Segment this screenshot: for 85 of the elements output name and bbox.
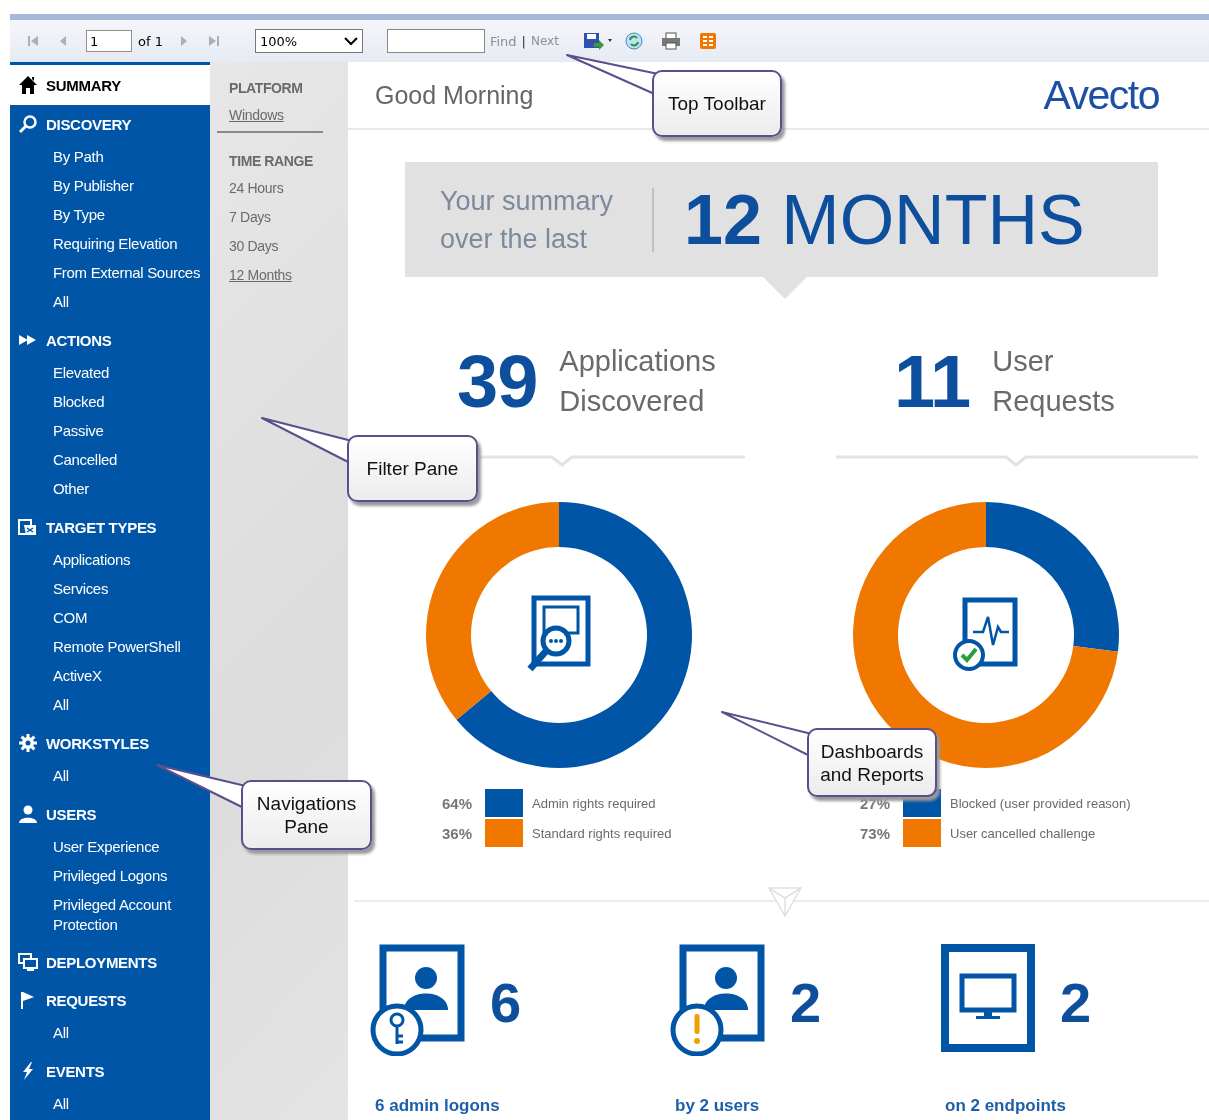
- legend-label: Blocked (user provided reason): [950, 795, 1131, 811]
- nav-section[interactable]: USERS: [10, 795, 210, 833]
- nav-section[interactable]: DISCOVERY: [10, 105, 210, 143]
- nav-item[interactable]: COM: [10, 604, 210, 633]
- stat-count: 39: [457, 338, 538, 424]
- callout: Dashboards and Reports: [807, 728, 937, 797]
- search-icon: [18, 114, 38, 134]
- filter-option[interactable]: Windows: [229, 106, 348, 135]
- legend-label: User cancelled challenge: [950, 825, 1096, 841]
- nav-item[interactable]: Privileged Account Protection: [10, 891, 210, 939]
- legend-percent: 27%: [858, 794, 890, 812]
- filter-heading: PLATFORM: [229, 79, 304, 98]
- refresh-icon[interactable]: [624, 32, 643, 50]
- nav-section[interactable]: DEPLOYMENTS: [10, 943, 210, 981]
- stat-label: Applications Discovered: [559, 344, 717, 419]
- legend-label: Standard rights required: [532, 825, 672, 841]
- callout: Top Toolbar: [652, 70, 782, 137]
- nav-section[interactable]: REQUESTS: [10, 981, 210, 1019]
- page-input[interactable]: 1: [86, 30, 132, 52]
- stat-count: 11: [894, 338, 971, 424]
- nav-item[interactable]: Privileged Logons: [10, 862, 210, 891]
- page-count: of 1: [138, 33, 163, 49]
- nav-item[interactable]: Applications: [10, 546, 210, 575]
- highlight-caption[interactable]: on 2 endpoints: [945, 1096, 1066, 1116]
- last-page-icon[interactable]: [206, 34, 221, 48]
- gear-icon: [18, 733, 38, 753]
- nav-item[interactable]: User Experience: [10, 833, 210, 862]
- legend-label: Admin rights required: [532, 795, 656, 811]
- nav-item[interactable]: Other: [10, 475, 210, 504]
- nav-section[interactable]: ACTIONS: [10, 321, 210, 359]
- find-field[interactable]: [386, 29, 485, 53]
- nav-section[interactable]: TARGET TYPES: [10, 508, 210, 546]
- logo: Avecto: [1043, 71, 1159, 119]
- nav-item[interactable]: From External Sources: [10, 259, 210, 288]
- nav-item[interactable]: All: [10, 691, 210, 720]
- nav-item[interactable]: Remote PowerShell: [10, 633, 210, 662]
- filter-option[interactable]: 30 Days: [229, 237, 348, 266]
- next-page-icon[interactable]: [178, 34, 189, 48]
- nav-item[interactable]: Blocked: [10, 388, 210, 417]
- greeting: Good Morning: [375, 80, 534, 110]
- zoom-dropdown[interactable]: 100%: [254, 29, 363, 53]
- export-icon[interactable]: [698, 32, 717, 50]
- filter-heading: TIME RANGE: [229, 152, 314, 171]
- callout: Navigations Pane: [241, 780, 372, 850]
- house-icon: [18, 75, 38, 95]
- nav-section[interactable]: SUMMARY: [10, 65, 210, 105]
- highlight-count: 2: [1060, 969, 1092, 1035]
- filter-option[interactable]: 12 Months: [229, 266, 348, 295]
- print-icon[interactable]: [660, 32, 681, 50]
- nav-item[interactable]: Cancelled: [10, 446, 210, 475]
- nav-item[interactable]: Passive: [10, 417, 210, 446]
- nav-item[interactable]: Elevated: [10, 359, 210, 388]
- nav-item[interactable]: By Path: [10, 143, 210, 172]
- save-icon[interactable]: [582, 32, 613, 50]
- legend-percent: 73%: [858, 824, 890, 842]
- filter-option[interactable]: 24 Hours: [229, 179, 348, 208]
- banner-period: 12 MONTHS: [684, 179, 1085, 260]
- highlight-caption[interactable]: 6 admin logons: [375, 1096, 500, 1116]
- nav-section[interactable]: WORKSTYLES: [10, 724, 210, 762]
- nav-item[interactable]: All: [10, 288, 210, 317]
- nav-item[interactable]: Requiring Elevation: [10, 230, 210, 259]
- highlight-count: 2: [790, 969, 822, 1035]
- monitor-pulse-check-icon: [953, 597, 1019, 673]
- first-page-icon[interactable]: [26, 34, 40, 48]
- nav-item[interactable]: All: [10, 1019, 210, 1048]
- nav-item[interactable]: Services: [10, 575, 210, 604]
- separator-text: |: [521, 33, 526, 49]
- nav-item[interactable]: ActiveX: [10, 662, 210, 691]
- stat-label: User Requests: [992, 344, 1116, 419]
- person-icon: [18, 804, 38, 824]
- nav-section[interactable]: EVENTS: [10, 1052, 210, 1090]
- legend-percent: 36%: [440, 824, 472, 842]
- nav-item[interactable]: By Publisher: [10, 172, 210, 201]
- legend-percent: 64%: [440, 794, 472, 812]
- callout: Filter Pane: [347, 435, 478, 502]
- target-types-icon: [18, 517, 38, 537]
- highlight-count: 6: [490, 969, 522, 1035]
- highlight-caption[interactable]: by 2 users: [675, 1096, 760, 1116]
- banner-lead: Your summary over the last: [440, 184, 615, 256]
- chevron-down-icon[interactable]: [343, 36, 358, 46]
- monitors-icon: [18, 952, 38, 972]
- previous-page-icon[interactable]: [58, 34, 68, 48]
- filter-option[interactable]: 7 Days: [229, 208, 348, 237]
- nav-item[interactable]: By Type: [10, 201, 210, 230]
- nav-item[interactable]: All: [10, 1090, 210, 1119]
